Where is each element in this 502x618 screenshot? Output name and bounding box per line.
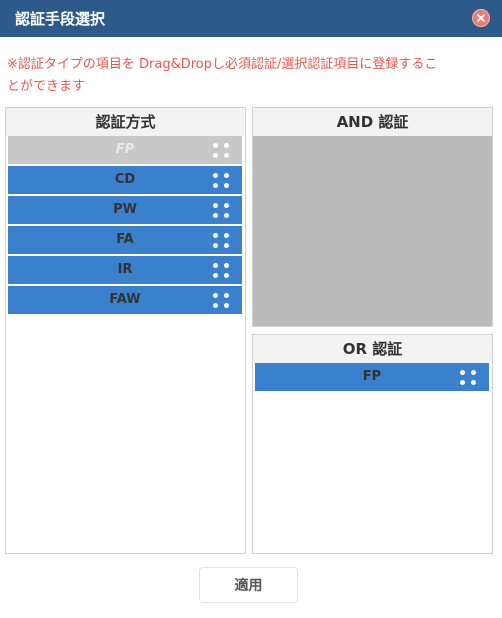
notice-line-2: とができます	[7, 79, 86, 94]
auth-methods-header: 認証方式	[6, 108, 245, 136]
method-item-label: CD	[114, 172, 136, 187]
or-auth-header: OR 認証	[253, 335, 492, 363]
or-item-fp[interactable]: FP	[255, 363, 489, 391]
method-item-fp: FP	[8, 136, 242, 164]
drag-handle-icon[interactable]	[460, 370, 476, 385]
drag-handle-icon[interactable]	[213, 263, 229, 278]
and-auth-dropzone[interactable]	[253, 136, 492, 326]
drag-handle-icon[interactable]	[213, 203, 229, 218]
close-icon[interactable]	[472, 9, 490, 27]
drag-handle-icon[interactable]	[213, 173, 229, 188]
method-item-pw[interactable]: PW	[8, 196, 242, 224]
method-item-label: FAW	[109, 292, 141, 307]
method-item-ir[interactable]: IR	[8, 256, 242, 284]
method-item-cd[interactable]: CD	[8, 166, 242, 194]
and-auth-header: AND 認証	[253, 108, 492, 136]
apply-button[interactable]: 適用	[199, 567, 298, 603]
dialog-titlebar: 認証手段選択	[0, 0, 502, 37]
or-item-label: FP	[362, 369, 382, 384]
or-auth-panel: OR 認証 FP	[252, 334, 493, 554]
auth-methods-panel: 認証方式 FP CD PW FA IR FAW	[5, 107, 246, 554]
drag-handle-icon	[213, 143, 229, 158]
notice-line-1: ※認証タイプの項目を Drag&Dropし必須認証/選択認証項目に登録するこ	[7, 57, 438, 72]
method-item-label: PW	[113, 202, 137, 217]
drag-handle-icon[interactable]	[213, 233, 229, 248]
instruction-notice: ※認証タイプの項目を Drag&Dropし必須認証/選択認証項目に登録するこ と…	[7, 54, 497, 98]
method-item-fa[interactable]: FA	[8, 226, 242, 254]
and-auth-panel: AND 認証	[252, 107, 493, 327]
method-item-label: FP	[115, 142, 135, 157]
drag-handle-icon[interactable]	[213, 293, 229, 308]
method-item-label: IR	[117, 262, 133, 277]
method-item-label: FA	[116, 232, 134, 247]
method-item-faw[interactable]: FAW	[8, 286, 242, 314]
dialog-title: 認証手段選択	[15, 10, 106, 28]
